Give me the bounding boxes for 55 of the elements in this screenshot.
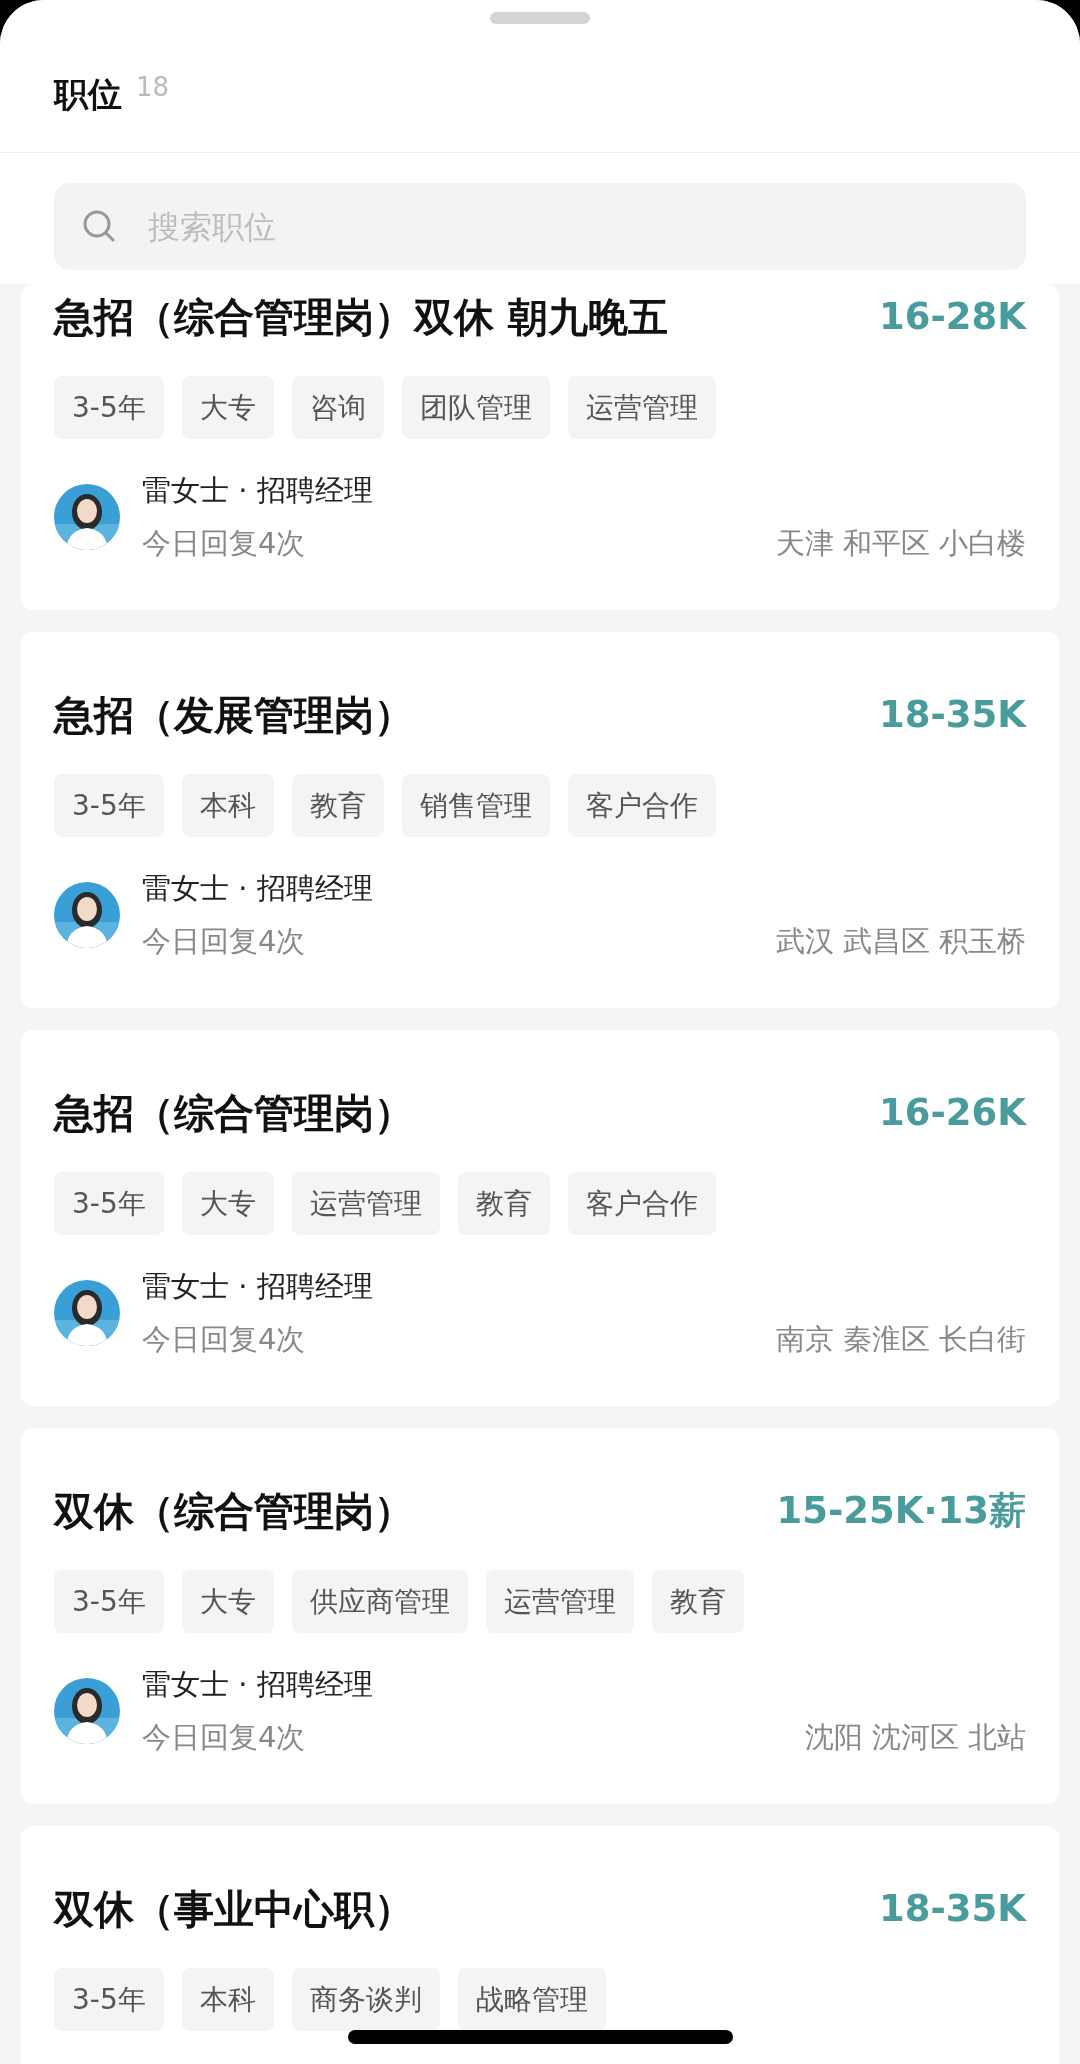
tag: 团队管理 <box>401 376 550 439</box>
tag: 战略管理 <box>457 1968 606 2031</box>
tag: 3-5年 <box>54 774 164 837</box>
job-title: 急招（综合管理岗） <box>54 1089 414 1138</box>
job-title: 双休（事业中心职） <box>54 1885 414 1934</box>
job-card[interactable]: 双休（综合管理岗） 15-25K·13薪 3-5年 大专 供应商管理 运营管理 教育 雷女士 · 招聘经理 今日回复4次 沈阳 沈河区 北站 <box>21 1428 1059 1804</box>
recruiter-name: 雷女士 · 招聘经理 <box>142 1666 374 1703</box>
tag: 商务谈判 <box>291 1968 440 2031</box>
salary: 18-35K <box>879 1886 1026 1933</box>
tag: 大专 <box>181 376 274 439</box>
reply-count: 今日回复4次 <box>142 525 306 562</box>
job-card[interactable]: 急招（综合管理岗） 16-26K 3-5年 大专 运营管理 教育 客户合作 雷女士 · 招聘经理 今日回复4次 南京 秦淮区 长白街 <box>21 1030 1059 1406</box>
recruiter-name: 雷女士 · 招聘经理 <box>142 1268 374 1305</box>
reply-count: 今日回复4次 <box>142 1719 306 1756</box>
tag: 大专 <box>181 1570 274 1633</box>
tag: 本科 <box>181 774 274 837</box>
reply-count: 今日回复4次 <box>142 1321 306 1358</box>
job-count: 18 <box>136 71 170 104</box>
tag: 3-5年 <box>54 1570 164 1633</box>
drag-handle[interactable] <box>490 12 590 24</box>
tag: 供应商管理 <box>291 1570 468 1633</box>
job-location: 沈阳 沈河区 北站 <box>804 1719 1026 1756</box>
tag: 运营管理 <box>291 1172 440 1235</box>
tag: 教育 <box>457 1172 550 1235</box>
reply-count: 今日回复4次 <box>142 923 306 960</box>
tag: 运营管理 <box>485 1570 634 1633</box>
salary: 16-26K <box>879 1090 1026 1137</box>
job-location: 南京 秦淮区 长白街 <box>775 1321 1026 1358</box>
salary: 15-25K·13薪 <box>776 1488 1026 1535</box>
tag: 客户合作 <box>567 774 716 837</box>
job-location: 天津 和平区 小白楼 <box>775 525 1026 562</box>
job-card[interactable]: 急招（综合管理岗）双休 朝九晚五 16-28K 3-5年 大专 咨询 团队管理 运营管理 雷女士 · 招聘经理 今日回复4次 天津 和平区 小白楼 <box>21 284 1059 610</box>
job-location: 武汉 武昌区 积玉桥 <box>775 923 1026 960</box>
tag: 3-5年 <box>54 1172 164 1235</box>
job-title: 急招（发展管理岗） <box>54 691 414 740</box>
tag: 教育 <box>651 1570 744 1633</box>
job-card[interactable]: 双休（事业中心职） 18-35K 3-5年 本科 商务谈判 战略管理 <box>21 1826 1059 2064</box>
tag: 咨询 <box>291 376 384 439</box>
job-title: 急招（综合管理岗）双休 朝九晚五 <box>54 293 668 342</box>
salary: 18-35K <box>879 692 1026 739</box>
recruiter-name: 雷女士 · 招聘经理 <box>142 472 374 509</box>
tag: 教育 <box>291 774 384 837</box>
tag: 销售管理 <box>401 774 550 837</box>
tag: 运营管理 <box>567 376 716 439</box>
job-title: 双休（综合管理岗） <box>54 1487 414 1536</box>
recruiter-name: 雷女士 · 招聘经理 <box>142 870 374 907</box>
tag: 大专 <box>181 1172 274 1235</box>
tag: 3-5年 <box>54 376 164 439</box>
tag: 客户合作 <box>567 1172 716 1235</box>
search-icon <box>82 209 116 243</box>
tag: 3-5年 <box>54 1968 164 2031</box>
tag: 本科 <box>181 1968 274 2031</box>
salary: 16-28K <box>879 294 1026 341</box>
job-card[interactable]: 急招（发展管理岗） 18-35K 3-5年 本科 教育 销售管理 客户合作 雷女士 · 招聘经理 今日回复4次 武汉 武昌区 积玉桥 <box>21 632 1059 1008</box>
sheet-title: 职位 <box>54 73 122 116</box>
